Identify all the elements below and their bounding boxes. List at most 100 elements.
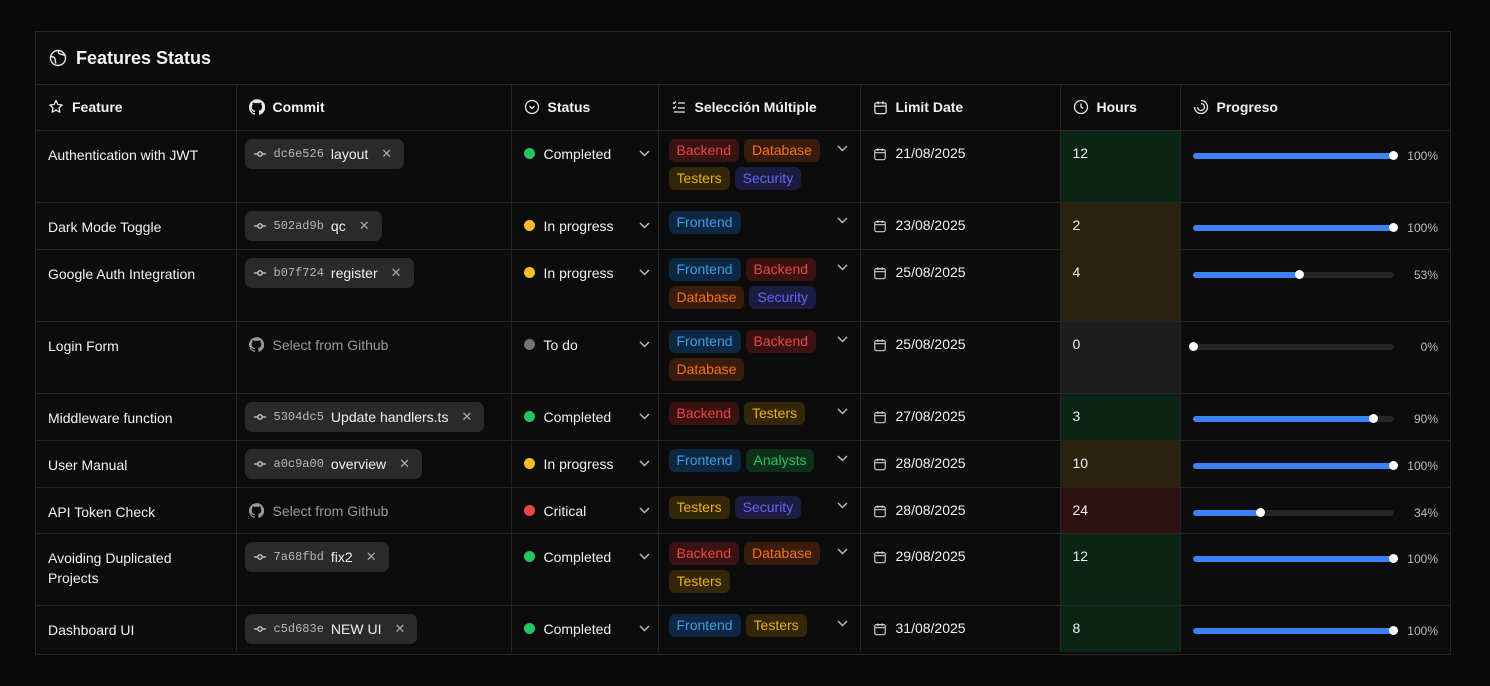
- limit-date-cell[interactable]: 23/08/2025: [860, 202, 1061, 250]
- chevron-down-icon[interactable]: [836, 501, 848, 509]
- hours-cell[interactable]: 10: [1060, 440, 1181, 488]
- feature-cell[interactable]: Avoiding Duplicated Projects: [36, 533, 237, 606]
- chevron-down-icon[interactable]: [638, 507, 650, 514]
- feature-cell[interactable]: Authentication with JWT: [36, 130, 237, 203]
- column-header-hours[interactable]: Hours: [1060, 85, 1181, 131]
- tag-testers[interactable]: Testers: [668, 569, 730, 593]
- commit-cell[interactable]: a0c9a00 overview ✕: [236, 440, 512, 488]
- chevron-down-icon[interactable]: [836, 335, 848, 343]
- chevron-down-icon[interactable]: [836, 454, 848, 462]
- column-header-progress[interactable]: Progreso: [1180, 85, 1450, 131]
- limit-date-cell[interactable]: 25/08/2025: [860, 249, 1061, 322]
- select-from-github[interactable]: Select from Github: [245, 330, 503, 360]
- progress-handle[interactable]: [1388, 626, 1398, 635]
- table-row[interactable]: Middleware function 5304dc5 Update handl…: [36, 393, 1450, 441]
- close-icon[interactable]: ✕: [461, 409, 472, 425]
- tag-testers[interactable]: Testers: [668, 495, 730, 519]
- progress-cell[interactable]: 0%: [1180, 321, 1450, 394]
- table-row[interactable]: Login Form Select from Github To do Fron…: [36, 321, 1450, 394]
- commit-chip[interactable]: 502ad9b qc ✕: [244, 210, 382, 241]
- status-cell[interactable]: Completed: [511, 393, 659, 441]
- commit-cell[interactable]: 7a68fbd fix2 ✕: [236, 533, 512, 606]
- progress-cell[interactable]: 100%: [1180, 202, 1450, 250]
- progress-handle[interactable]: [1388, 223, 1398, 232]
- feature-cell[interactable]: API Token Check: [36, 487, 237, 534]
- commit-chip[interactable]: 7a68fbd fix2 ✕: [244, 541, 389, 572]
- progress-cell[interactable]: 100%: [1180, 605, 1450, 652]
- status-cell[interactable]: Completed: [511, 533, 659, 606]
- tag-frontend[interactable]: Frontend: [668, 448, 741, 472]
- status-cell[interactable]: In progress: [511, 440, 659, 488]
- tag-database[interactable]: Database: [743, 541, 820, 565]
- progress-bar[interactable]: [1192, 151, 1398, 160]
- limit-date-cell[interactable]: 21/08/2025: [860, 130, 1061, 203]
- table-row[interactable]: Dashboard UI c5d683e NEW UI ✕ Completed …: [36, 605, 1450, 652]
- progress-bar[interactable]: [1192, 270, 1394, 279]
- status-select[interactable]: In progress: [523, 455, 650, 473]
- chevron-down-icon[interactable]: [836, 619, 848, 627]
- progress-cell[interactable]: 100%: [1180, 440, 1450, 488]
- progress-bar[interactable]: [1188, 342, 1394, 351]
- progress-cell[interactable]: 34%: [1180, 487, 1450, 534]
- hours-cell[interactable]: 3: [1060, 393, 1181, 441]
- column-header-multi-select[interactable]: Selección Múltiple: [658, 85, 861, 131]
- table-row[interactable]: Dark Mode Toggle 502ad9b qc ✕ In progres…: [36, 202, 1450, 250]
- multi-select-cell[interactable]: Frontend Analysts: [658, 440, 861, 488]
- tag-testers[interactable]: Testers: [743, 401, 806, 425]
- progress-bar[interactable]: [1192, 461, 1398, 470]
- chevron-down-icon[interactable]: [638, 413, 650, 420]
- column-header-status[interactable]: Status: [511, 85, 659, 131]
- commit-cell[interactable]: b07f724 register ✕: [236, 249, 512, 322]
- column-header-commit[interactable]: Commit: [236, 85, 512, 131]
- tag-frontend[interactable]: Frontend: [668, 329, 741, 353]
- commit-cell[interactable]: dc6e526 layout ✕: [236, 130, 512, 203]
- commit-chip[interactable]: a0c9a00 overview ✕: [244, 448, 423, 479]
- progress-handle[interactable]: [1388, 554, 1398, 563]
- close-icon[interactable]: ✕: [366, 549, 377, 565]
- progress-handle[interactable]: [1368, 414, 1378, 423]
- commit-cell[interactable]: 502ad9b qc ✕: [236, 202, 512, 250]
- multi-select-cell[interactable]: Backend Testers: [658, 393, 861, 441]
- table-row[interactable]: Google Auth Integration b07f724 register…: [36, 249, 1450, 322]
- multi-select-cell[interactable]: Frontend Backend Database: [658, 321, 861, 394]
- chevron-down-icon[interactable]: [638, 460, 650, 467]
- multi-select-cell[interactable]: Frontend Testers: [658, 605, 861, 652]
- tag-security[interactable]: Security: [734, 495, 802, 519]
- feature-cell[interactable]: User Manual: [36, 440, 237, 488]
- hours-cell[interactable]: 8: [1060, 605, 1181, 652]
- chevron-down-icon[interactable]: [638, 341, 650, 348]
- tag-backend[interactable]: Backend: [745, 257, 817, 281]
- tag-testers[interactable]: Testers: [668, 166, 730, 190]
- table-row[interactable]: User Manual a0c9a00 overview ✕ In progre…: [36, 440, 1450, 488]
- tag-database[interactable]: Database: [743, 138, 820, 162]
- progress-handle[interactable]: [1388, 461, 1398, 470]
- progress-cell[interactable]: 100%: [1180, 130, 1450, 203]
- progress-cell[interactable]: 100%: [1180, 533, 1450, 606]
- close-icon[interactable]: ✕: [381, 146, 392, 162]
- chevron-down-icon[interactable]: [836, 547, 848, 555]
- tag-database[interactable]: Database: [668, 285, 745, 309]
- hours-cell[interactable]: 12: [1060, 533, 1181, 606]
- chevron-down-icon[interactable]: [836, 216, 848, 224]
- close-icon[interactable]: ✕: [399, 456, 410, 472]
- commit-chip[interactable]: 5304dc5 Update handlers.ts ✕: [244, 401, 485, 432]
- hours-cell[interactable]: 12: [1060, 130, 1181, 203]
- chevron-down-icon[interactable]: [638, 222, 650, 229]
- hours-cell[interactable]: 24: [1060, 487, 1181, 534]
- tag-backend[interactable]: Backend: [668, 401, 739, 425]
- limit-date-cell[interactable]: 31/08/2025: [860, 605, 1061, 652]
- limit-date-cell[interactable]: 29/08/2025: [860, 533, 1061, 606]
- tag-backend[interactable]: Backend: [668, 541, 739, 565]
- tag-backend[interactable]: Backend: [668, 138, 739, 162]
- status-select[interactable]: Completed: [523, 408, 650, 426]
- chevron-down-icon[interactable]: [836, 263, 848, 271]
- progress-cell[interactable]: 90%: [1180, 393, 1450, 441]
- feature-cell[interactable]: Google Auth Integration: [36, 249, 237, 322]
- tag-frontend[interactable]: Frontend: [668, 210, 741, 234]
- status-cell[interactable]: Completed: [511, 605, 659, 652]
- table-row[interactable]: API Token Check Select from Github Criti…: [36, 487, 1450, 534]
- multi-select-cell[interactable]: Backend Database Testers: [658, 533, 861, 606]
- select-from-github[interactable]: Select from Github: [245, 496, 503, 526]
- tag-database[interactable]: Database: [668, 357, 745, 381]
- column-header-feature[interactable]: Feature: [36, 85, 237, 131]
